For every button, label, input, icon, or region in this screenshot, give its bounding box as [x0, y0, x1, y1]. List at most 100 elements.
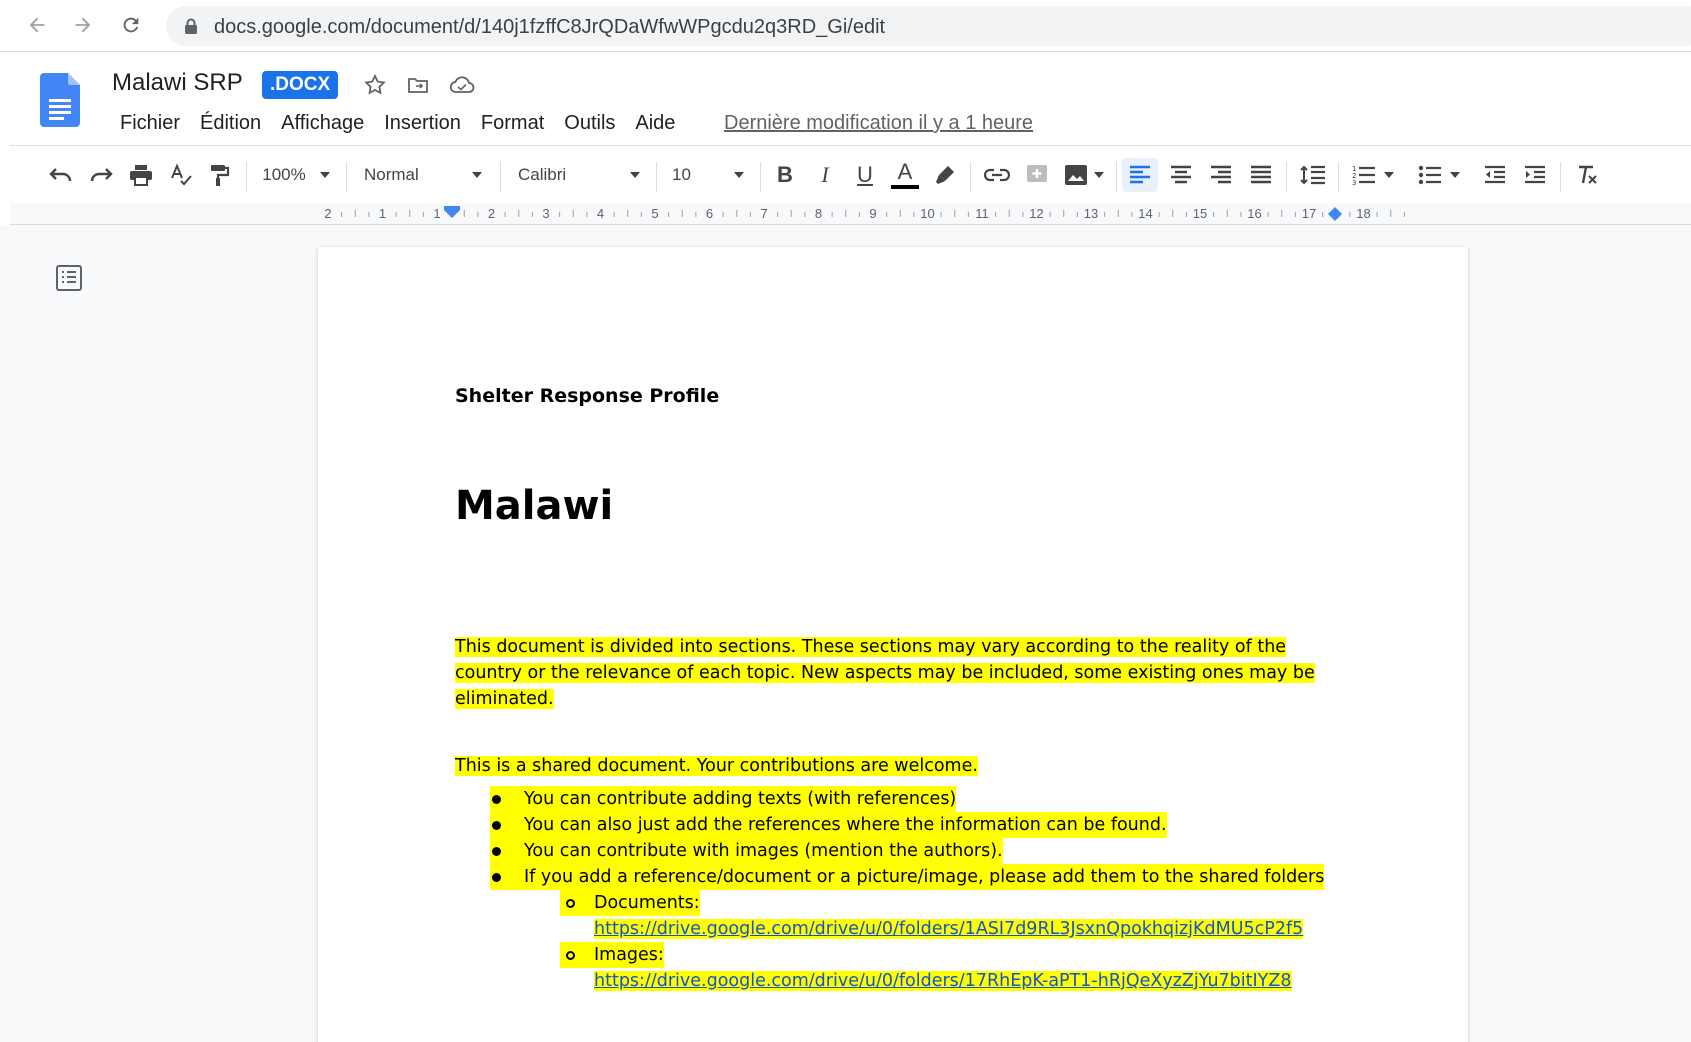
menu-edit[interactable]: Édition	[190, 109, 271, 137]
insert-link-button[interactable]	[980, 158, 1014, 192]
justify-button[interactable]	[1244, 158, 1278, 192]
list-item-highlight: You can contribute adding texts (with re…	[490, 786, 957, 812]
intro-line-1[interactable]: This document is divided into sections. …	[455, 634, 1287, 660]
undo-button[interactable]	[44, 158, 78, 192]
zoom-select[interactable]: 100%	[256, 158, 336, 192]
right-indent-marker-icon[interactable]	[1328, 207, 1342, 221]
align-right-button[interactable]	[1204, 158, 1238, 192]
sub-list-item[interactable]: Images:	[560, 942, 664, 968]
menu-format[interactable]: Format	[471, 109, 554, 137]
list-item[interactable]: You can also just add the references whe…	[490, 812, 1167, 838]
underline-button[interactable]: U	[848, 158, 882, 192]
document-page[interactable]: Shelter Response Profile Malawi This doc…	[318, 247, 1468, 1042]
cloud-status-button[interactable]	[448, 71, 476, 99]
docs-header: Malawi SRP .DOCX Fichier Édition Afficha…	[0, 53, 1691, 145]
spellcheck-button[interactable]	[164, 158, 198, 192]
highlight-color-button[interactable]	[928, 158, 962, 192]
last-modified-link[interactable]: Dernière modification il y a 1 heure	[724, 109, 1033, 137]
reload-button[interactable]	[116, 10, 146, 40]
ruler-label: 8	[815, 206, 822, 221]
align-center-button[interactable]	[1164, 158, 1198, 192]
images-folder-link[interactable]: https://drive.google.com/drive/u/0/folde…	[594, 971, 1292, 991]
add-comment-icon	[1027, 165, 1047, 182]
documents-folder-link[interactable]: https://drive.google.com/drive/u/0/folde…	[594, 919, 1304, 939]
insert-comment-button[interactable]	[1020, 158, 1054, 192]
cloud-check-icon	[449, 76, 475, 93]
toolbar-separator	[1286, 162, 1287, 192]
style-value: Normal	[364, 165, 419, 184]
document-header-text[interactable]: Shelter Response Profile	[455, 385, 719, 407]
intro-line-2-text: country or the relevance of each topic. …	[455, 663, 1315, 683]
text-color-swatch	[891, 185, 919, 189]
ruler-label: 11	[975, 206, 989, 221]
menu-view[interactable]: Affichage	[271, 109, 374, 137]
menu-tools[interactable]: Outils	[554, 109, 625, 137]
ruler-ticks: 2 1 1 2 3 4 5 6 7 8 9 10 11 12 13 14 15 16 17 18	[324, 206, 1405, 221]
bold-button[interactable]: B	[768, 158, 802, 192]
line-spacing-icon	[1300, 165, 1325, 185]
redo-icon	[90, 168, 113, 182]
ruler-label: 9	[869, 206, 876, 221]
decrease-indent-button[interactable]	[1478, 158, 1512, 192]
font-select[interactable]: Calibri	[512, 158, 646, 192]
bulleted-list-icon	[1418, 165, 1441, 185]
images-folder-link-row: https://drive.google.com/drive/u/0/folde…	[594, 968, 1292, 994]
align-left-button[interactable]	[1122, 158, 1158, 192]
docx-badge: .DOCX	[262, 71, 339, 99]
star-icon	[364, 73, 386, 95]
document-outline-icon[interactable]	[56, 265, 82, 291]
sub-list-item[interactable]: Documents:	[560, 890, 700, 916]
indent-marker-icon[interactable]	[444, 206, 460, 220]
document-title[interactable]: Malawi SRP	[112, 69, 243, 97]
ruler-label: 18	[1356, 206, 1370, 221]
spellcheck-icon	[171, 163, 192, 186]
toolbar-separator	[970, 162, 971, 192]
redo-button[interactable]	[84, 158, 118, 192]
numbered-list-button[interactable]: 123	[1346, 158, 1400, 192]
intro-line-3[interactable]: eliminated.	[455, 686, 554, 712]
back-button[interactable]	[22, 10, 52, 40]
style-select[interactable]: Normal	[358, 158, 488, 192]
move-button[interactable]	[404, 71, 432, 99]
list-item-text: You can also just add the references whe…	[524, 815, 1167, 835]
bulleted-list-button[interactable]	[1412, 158, 1466, 192]
align-left-icon	[1130, 165, 1150, 184]
ruler-label: 3	[542, 206, 549, 221]
paint-format-button[interactable]	[202, 158, 236, 192]
line-spacing-button[interactable]	[1296, 158, 1330, 192]
list-item[interactable]: You can contribute with images (mention …	[490, 838, 1003, 864]
forward-button[interactable]	[68, 10, 98, 40]
style-dropdown-icon	[472, 172, 482, 178]
increase-indent-button[interactable]	[1518, 158, 1552, 192]
increase-indent-icon	[1525, 165, 1545, 184]
list-item[interactable]: If you add a reference/document or a pic…	[490, 864, 1325, 890]
address-bar[interactable]: docs.google.com/document/d/140j1fzffC8Jr…	[166, 6, 1691, 46]
menu-insert[interactable]: Insertion	[374, 109, 471, 137]
docs-logo-icon[interactable]	[40, 73, 80, 127]
star-button[interactable]	[361, 71, 389, 99]
list-item-text: If you add a reference/document or a pic…	[524, 867, 1325, 887]
insert-image-button[interactable]	[1060, 158, 1108, 192]
bullet-icon	[492, 795, 501, 804]
hollow-bullet-icon	[566, 899, 575, 908]
shared-note[interactable]: This is a shared document. Your contribu…	[455, 753, 978, 779]
clear-formatting-button[interactable]	[1570, 158, 1604, 192]
menu-help[interactable]: Aide	[625, 109, 685, 137]
intro-line-2[interactable]: country or the relevance of each topic. …	[455, 660, 1315, 686]
list-item-text: You can contribute with images (mention …	[524, 841, 1003, 861]
font-size-select[interactable]: 10	[666, 158, 750, 192]
list-item[interactable]: You can contribute adding texts (with re…	[490, 786, 957, 812]
print-button[interactable]	[124, 158, 158, 192]
text-color-button[interactable]: A	[888, 158, 922, 192]
toolbar-separator	[346, 162, 347, 192]
ruler-label: 6	[706, 206, 713, 221]
toolbar-separator	[1116, 162, 1117, 192]
menu-bar: Fichier Édition Affichage Insertion Form…	[110, 109, 685, 137]
document-heading[interactable]: Malawi	[455, 483, 613, 529]
browser-toolbar: docs.google.com/document/d/140j1fzffC8Jr…	[0, 0, 1691, 52]
menu-file[interactable]: Fichier	[110, 109, 190, 137]
lock-icon	[185, 18, 197, 34]
formatting-toolbar: 100% Normal Calibri 10 B I U A 1 2 3	[10, 145, 1691, 203]
italic-button[interactable]: I	[808, 158, 842, 192]
toolbar-separator	[246, 162, 247, 192]
